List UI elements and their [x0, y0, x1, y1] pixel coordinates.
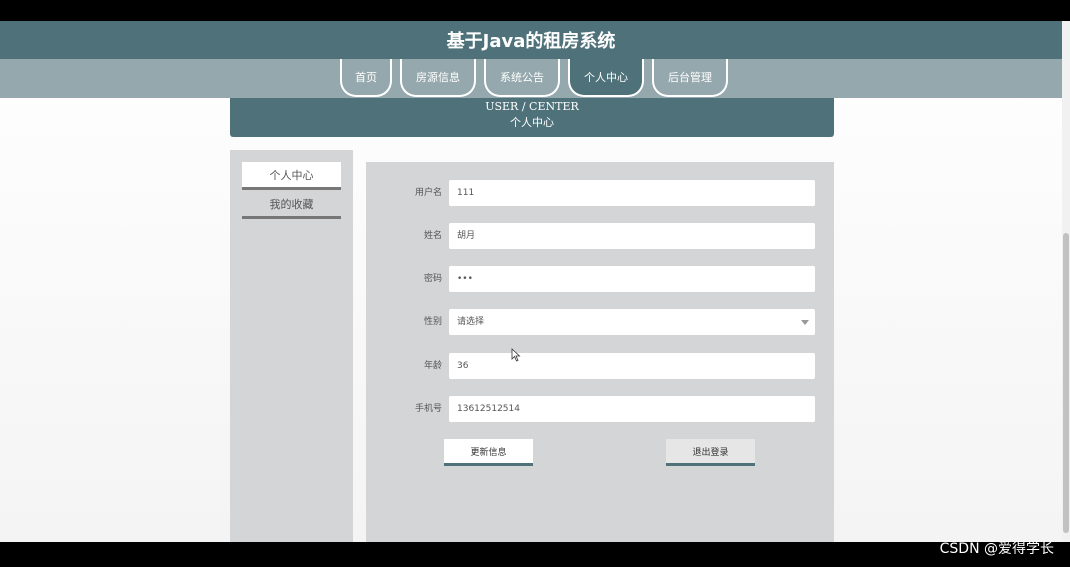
banner-title-cn: 个人中心 [510, 116, 554, 129]
site-title: 基于Java的租房系统 [446, 31, 616, 52]
gender-select[interactable]: 请选择 [449, 309, 815, 335]
banner-title-en: USER / CENTER [485, 100, 579, 113]
name-label: 姓名 [423, 231, 442, 241]
sidebar-item-user-center[interactable]: 个人中心 [242, 162, 341, 190]
page-scrollbar[interactable] [1062, 21, 1070, 542]
logout-button[interactable]: 退出登录 [666, 439, 755, 466]
nav-listings[interactable]: 房源信息 [400, 59, 476, 97]
password-label: 密码 [423, 274, 442, 284]
scrollbar-thumb[interactable] [1063, 233, 1069, 533]
nav-admin[interactable]: 后台管理 [652, 59, 728, 97]
form-row-gender: 性别 请选择 [366, 309, 834, 335]
username-label: 用户名 [414, 188, 442, 198]
sidebar: 个人中心 我的收藏 [230, 150, 353, 542]
age-label: 年龄 [423, 361, 442, 371]
form-row-phone: 手机号 13612512514 [366, 396, 834, 422]
sidebar-item-favorites[interactable]: 我的收藏 [242, 191, 341, 219]
gender-label: 性别 [423, 317, 442, 327]
window-top-bar [0, 0, 1070, 21]
site-header: 基于Java的租房系统 [0, 21, 1062, 59]
form-row-password: 密码 ••• [366, 266, 834, 292]
nav-announcements[interactable]: 系统公告 [484, 59, 560, 97]
window-bottom-bar [0, 542, 1070, 567]
name-input[interactable]: 胡月 [449, 223, 815, 249]
profile-form: 用户名 111 姓名 胡月 密码 ••• 性别 请选择 年龄 36 手机号 13… [366, 162, 834, 542]
page-banner: USER / CENTER 个人中心 [230, 98, 834, 137]
nav-user-center[interactable]: 个人中心 [568, 59, 644, 97]
phone-label: 手机号 [414, 404, 442, 414]
username-input[interactable]: 111 [449, 180, 815, 206]
age-input[interactable]: 36 [449, 353, 815, 379]
form-row-name: 姓名 胡月 [366, 223, 834, 249]
chevron-down-icon [801, 320, 809, 325]
update-info-button[interactable]: 更新信息 [444, 439, 533, 466]
page-viewport: 基于Java的租房系统 首页 房源信息 系统公告 个人中心 后台管理 USER … [0, 21, 1070, 542]
form-row-age: 年龄 36 [366, 353, 834, 379]
gender-select-placeholder: 请选择 [457, 317, 485, 327]
password-input[interactable]: ••• [449, 266, 815, 292]
phone-input[interactable]: 13612512514 [449, 396, 815, 422]
watermark: CSDN @爱得学长 [939, 541, 1054, 557]
mouse-cursor-icon [511, 348, 521, 362]
nav-home[interactable]: 首页 [340, 59, 392, 97]
main-nav: 首页 房源信息 系统公告 个人中心 后台管理 [0, 59, 1062, 98]
form-row-username: 用户名 111 [366, 180, 834, 206]
